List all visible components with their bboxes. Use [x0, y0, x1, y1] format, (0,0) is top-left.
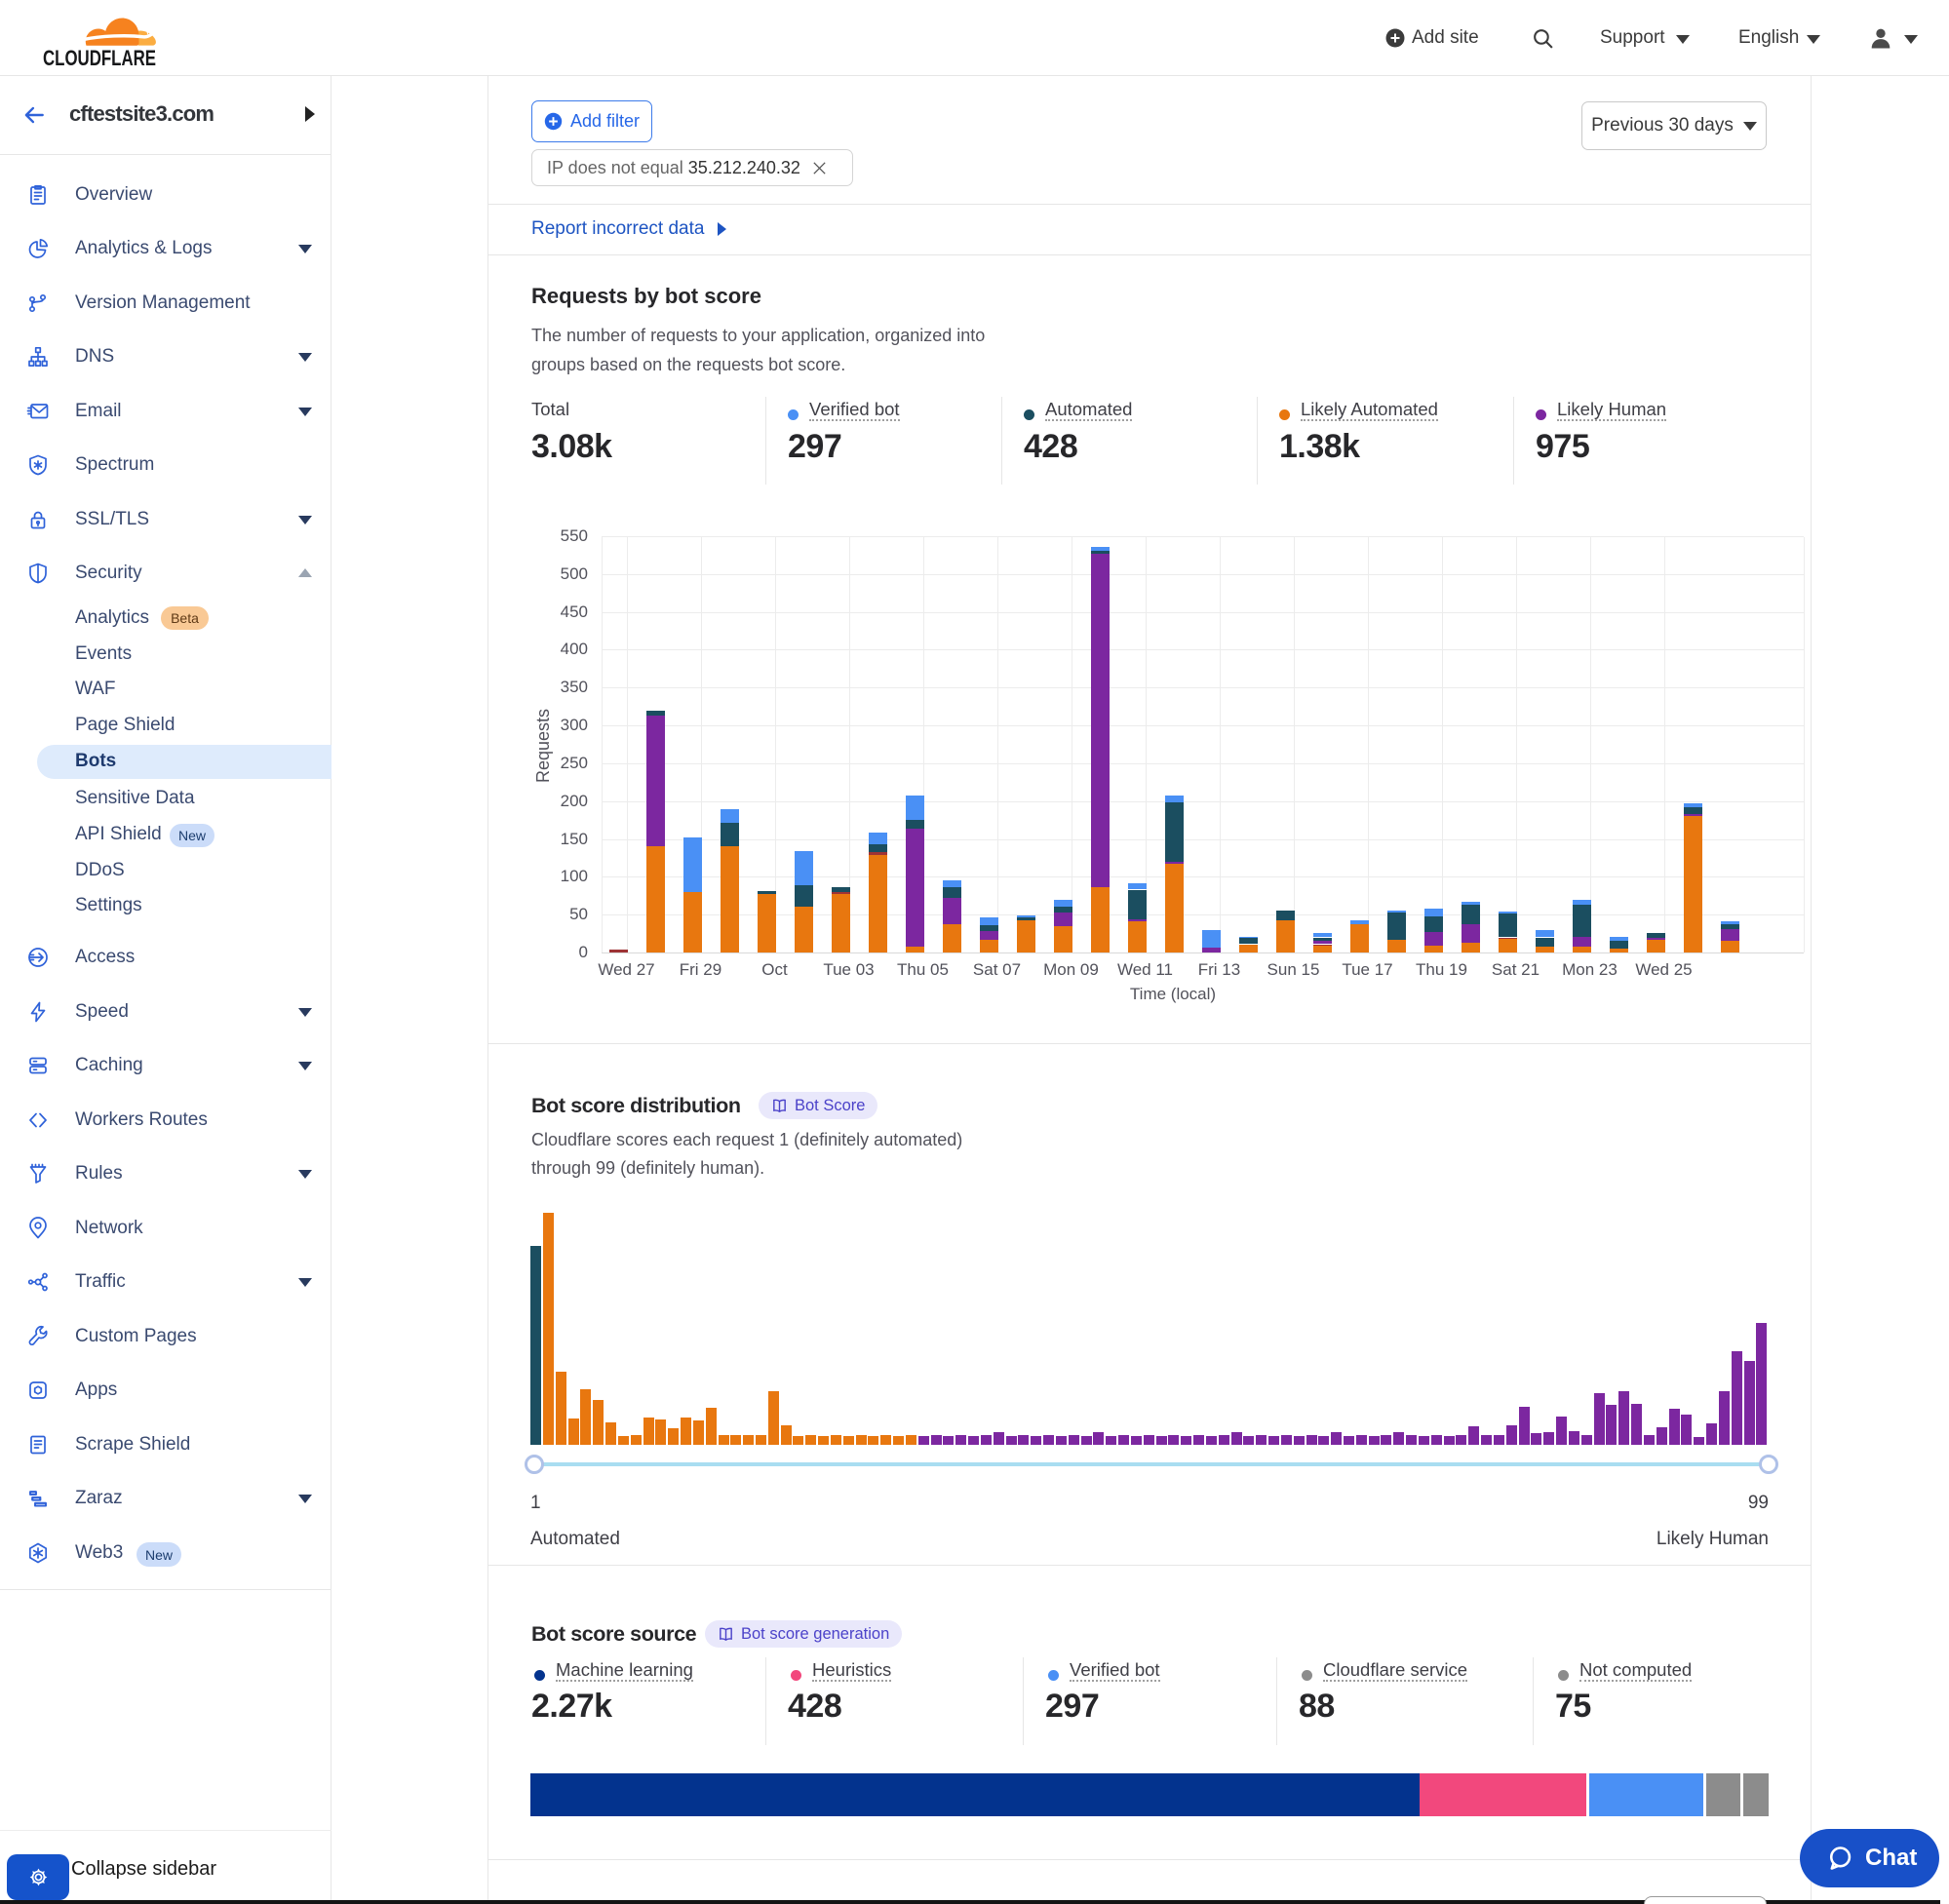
- svg-text:CLOUDFLARE: CLOUDFLARE: [43, 46, 156, 66]
